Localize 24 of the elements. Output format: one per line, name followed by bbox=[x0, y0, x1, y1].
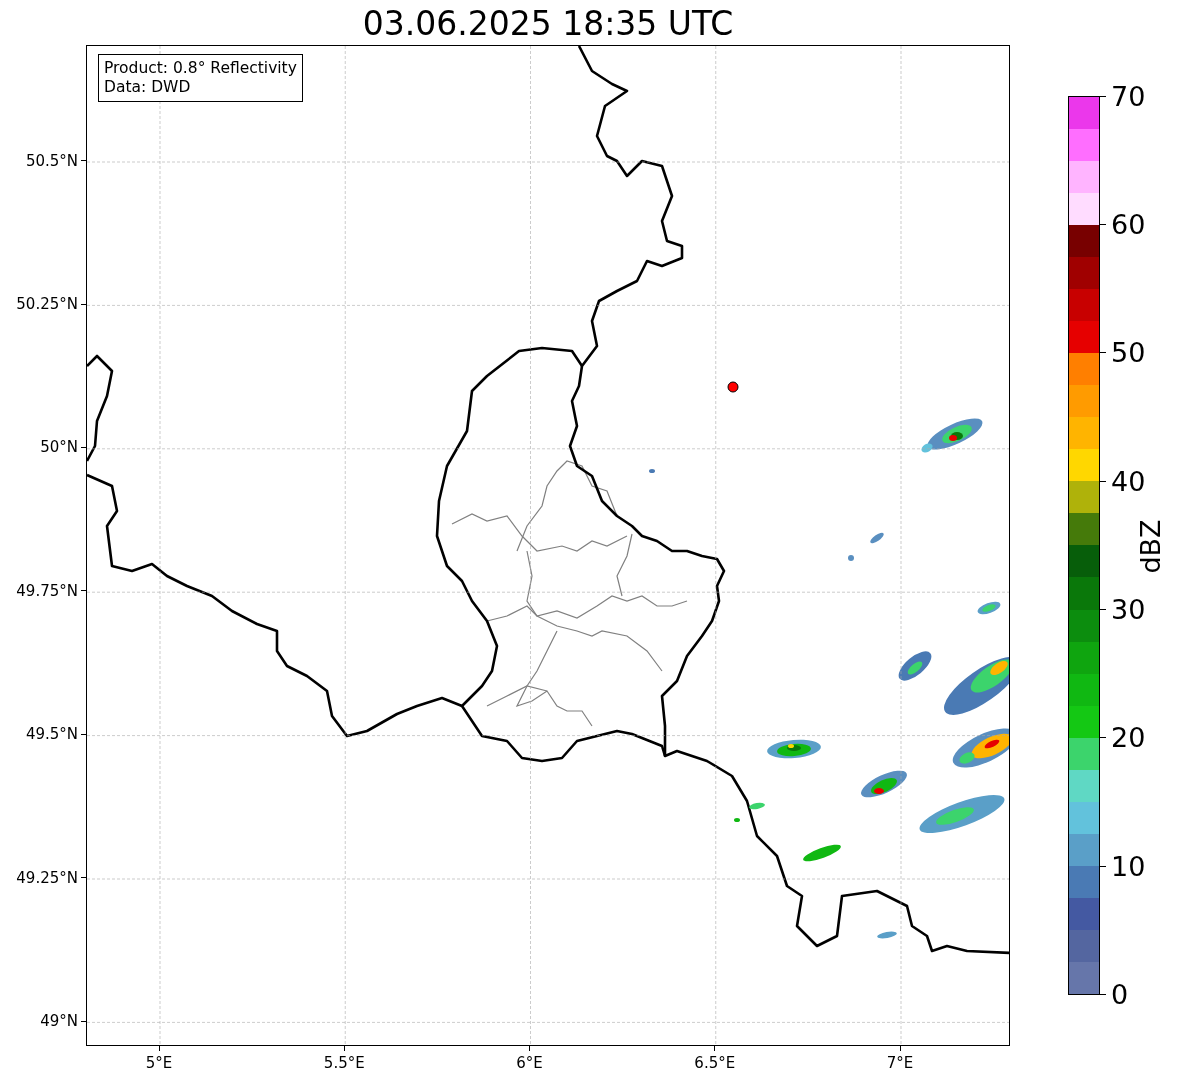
latitude-label: 49.75°N bbox=[16, 581, 78, 600]
latitude-label: 49.5°N bbox=[25, 725, 78, 744]
latitude-label: 49°N bbox=[40, 1012, 78, 1031]
colorbar-tick-label: 40 bbox=[1111, 465, 1146, 497]
longitude-label: 6°E bbox=[516, 1054, 543, 1072]
longitude-label: 5.5°E bbox=[323, 1054, 365, 1072]
colorbar-label: dBZ bbox=[1134, 518, 1166, 574]
latitude-label: 50.5°N bbox=[25, 151, 78, 170]
latitude-label: 49.25°N bbox=[16, 868, 78, 887]
info-text: Product: 0.8° Reflectivity bbox=[104, 59, 297, 78]
colorbar-tick-label: 10 bbox=[1111, 850, 1146, 882]
info-text: Data: DWD bbox=[104, 78, 192, 97]
latitude-label: 50°N bbox=[40, 438, 78, 457]
colorbar-tick-label: 70 bbox=[1111, 80, 1146, 112]
longitude-label: 6.5°E bbox=[694, 1054, 736, 1072]
chart-title: 03.06.2025 18:35 UTC bbox=[361, 3, 735, 45]
colorbar-tick-label: 0 bbox=[1111, 979, 1129, 1011]
latitude-label: 50.25°N bbox=[16, 295, 78, 314]
colorbar-tick-label: 20 bbox=[1111, 722, 1146, 754]
colorbar-tick-label: 50 bbox=[1111, 337, 1146, 369]
colorbar-tick-label: 30 bbox=[1111, 594, 1146, 626]
longitude-label: 5°E bbox=[145, 1054, 173, 1072]
colorbar-tick-label: 60 bbox=[1111, 208, 1146, 240]
longitude-label: 7°E bbox=[886, 1054, 914, 1072]
